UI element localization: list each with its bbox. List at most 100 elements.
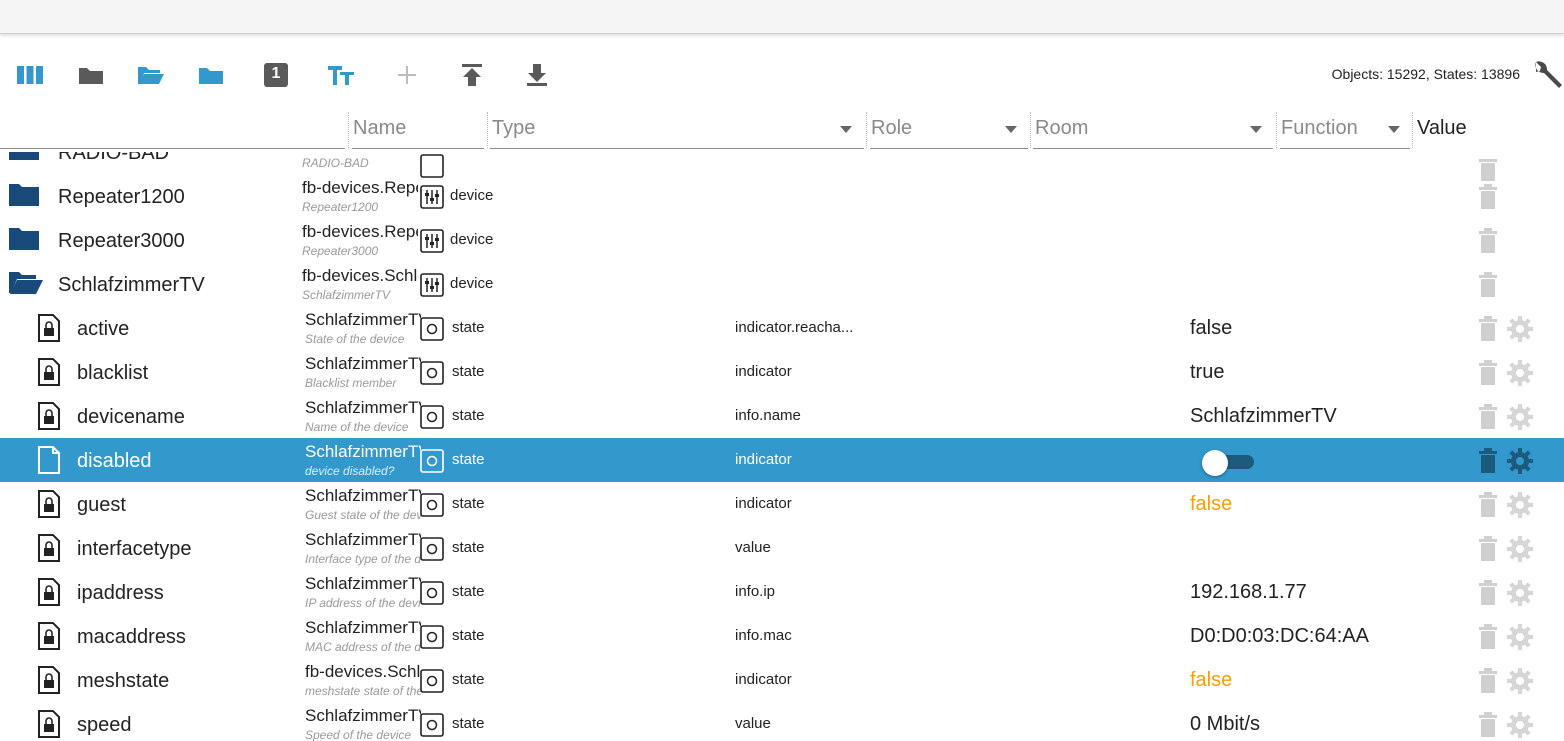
trash-icon[interactable] [1478,712,1498,738]
trash-icon[interactable] [1478,624,1498,650]
folder-blue-button[interactable] [196,60,226,90]
function-dropdown-icon[interactable] [1388,126,1400,133]
upload-button[interactable] [457,60,487,90]
tree-row-guest[interactable]: guest SchlafzimmerTV Guest state of the … [0,482,1564,526]
folder-closed-button[interactable] [76,60,106,90]
room-filter[interactable]: Room [1035,117,1088,140]
tree-row-value[interactable]: 192.168.1.77 [1190,581,1307,604]
folder-icon [9,152,39,160]
tree-row-desc: Speed of the device [305,728,412,741]
tree-row-schlafzimmertv[interactable]: SchlafzimmerTV fb-devices.SchlafzimmerTV… [0,262,1564,306]
folder-open-button[interactable] [136,60,166,90]
upload-icon [462,64,482,86]
gear-icon[interactable] [1506,403,1534,431]
tree-row-name: RADIO-BAD [58,152,170,164]
gear-icon[interactable] [1506,667,1534,695]
gear-icon[interactable] [1506,623,1534,651]
text-size-button[interactable] [326,60,356,90]
trash-icon[interactable] [1478,448,1498,474]
locked-file-icon [38,490,60,518]
column-separator [348,112,349,148]
tree-row-name: guest [77,494,126,516]
id-filter-line [0,148,345,149]
tree-row-ipaddress[interactable]: ipaddress SchlafzimmerTV IP address of t… [0,570,1564,614]
tree-row-radio-bad[interactable]: RADIO-BAD RADIO-BAD [0,152,1564,181]
type-filter[interactable]: Type [492,117,535,140]
gear-icon[interactable] [1506,491,1534,519]
tree-row-role: info.name [735,407,801,424]
tree-row-value[interactable]: true [1190,361,1224,384]
role-dropdown-icon[interactable] [1005,126,1017,133]
function-filter[interactable]: Function [1281,117,1358,140]
trash-icon[interactable] [1478,272,1498,298]
tree-row-value[interactable]: 0 Mbit/s [1190,713,1260,736]
tree-row-meshstate[interactable]: meshstate fb-devices.SchlafzimmerTV mesh… [0,658,1564,702]
trash-icon[interactable] [1478,360,1498,386]
trash-icon[interactable] [1478,668,1498,694]
tree-row-desc: SchlafzimmerTV [302,288,391,302]
file-icon [38,446,60,474]
object-state-counter: Objects: 15292, States: 13896 [1331,66,1520,82]
function-filter-line [1280,148,1410,149]
tree-row-value[interactable]: false [1190,493,1232,516]
columns-button[interactable] [15,60,45,90]
value-toggle-switch[interactable] [1202,450,1254,476]
tree-row-name: meshstate [77,670,170,692]
gear-icon[interactable] [1506,535,1534,563]
trash-icon[interactable] [1478,316,1498,342]
gear-icon[interactable] [1506,359,1534,387]
tree-row-repeater1200[interactable]: Repeater1200 fb-devices.Repeater1200 Rep… [0,174,1564,218]
folder-icon [79,68,103,84]
tree-row-interfacetype[interactable]: interfacetype SchlafzimmerTV Interface t… [0,526,1564,570]
tree-row-desc: State of the device [305,332,405,346]
type-filter-line [490,148,864,149]
download-button[interactable] [522,60,552,90]
tree-row-value[interactable]: false [1190,669,1232,692]
tree-row-desc: meshstate state of the device [305,684,421,698]
trash-icon[interactable] [1478,184,1498,210]
tree-row-object-name: SchlafzimmerTV [305,398,421,417]
wrench-icon [1535,61,1562,88]
trash-icon[interactable] [1478,492,1498,518]
settings-button[interactable] [1530,58,1564,92]
trash-icon[interactable] [1478,228,1498,254]
tree-row-devicename[interactable]: devicename SchlafzimmerTV Name of the de… [0,394,1564,438]
locked-file-icon [38,314,60,342]
tree-row-macaddress[interactable]: macaddress SchlafzimmerTV MAC address of… [0,614,1564,658]
trash-icon[interactable] [1478,404,1498,430]
locked-file-icon [38,666,60,694]
state-icon [420,713,444,737]
locked-file-icon [38,710,60,738]
gear-icon[interactable] [1506,711,1534,739]
tree-row-name: disabled [77,450,152,472]
level-one-button[interactable]: 1 [261,60,291,90]
tree-row-repeater3000[interactable]: Repeater3000 fb-devices.Repeater3000 Rep… [0,218,1564,262]
tree-row-object-name: fb-devices.SchlafzimmerTV [305,662,421,681]
role-filter[interactable]: Role [871,117,912,140]
tree-row-name: interfacetype [77,538,192,560]
tree-row-name: active [77,318,130,340]
type-dropdown-icon[interactable] [840,126,852,133]
name-filter[interactable]: Name [353,117,406,140]
folder-open-icon [138,67,164,84]
gear-icon[interactable] [1506,447,1534,475]
tree-row-desc: RADIO-BAD [302,156,369,170]
tree-row-active[interactable]: active SchlafzimmerTV State of the devic… [0,306,1564,350]
tree-row-desc: Guest state of the device [305,508,421,522]
folder-open-icon [9,272,43,294]
gear-icon[interactable] [1506,315,1534,343]
room-dropdown-icon[interactable] [1250,126,1262,133]
tree-row-value[interactable]: D0:D0:03:DC:64:AA [1190,625,1369,648]
tree-row-value[interactable]: SchlafzimmerTV [1190,405,1337,428]
trash-icon[interactable] [1478,536,1498,562]
tree-row-speed[interactable]: speed SchlafzimmerTV Speed of the device… [0,702,1564,741]
column-separator [1030,112,1031,148]
gear-icon[interactable] [1506,579,1534,607]
level-one-label: 1 [271,65,281,82]
add-button[interactable] [392,60,422,90]
toggle-knob [1202,450,1228,476]
tree-row-value[interactable]: false [1190,317,1232,340]
trash-icon[interactable] [1478,580,1498,606]
tree-row-disabled[interactable]: disabled SchlafzimmerTV device disabled?… [0,438,1564,482]
tree-row-blacklist[interactable]: blacklist SchlafzimmerTV Blacklist membe… [0,350,1564,394]
